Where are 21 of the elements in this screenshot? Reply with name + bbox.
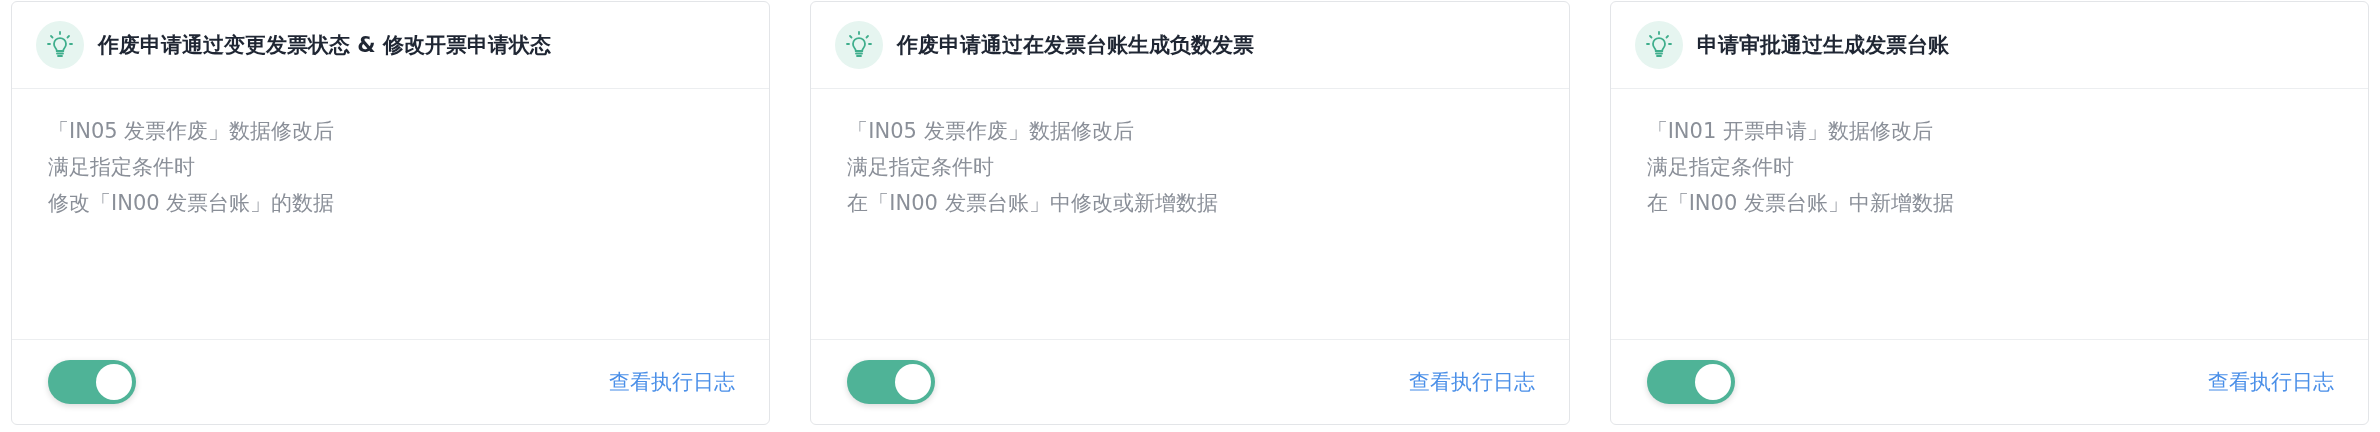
description-line: 「IN05 发票作废」数据修改后: [48, 118, 336, 145]
lightbulb-icon: [36, 21, 84, 69]
toggle-switch[interactable]: [1646, 360, 1735, 404]
description-line: 「IN01 开票申请」数据修改后: [1646, 118, 1934, 145]
description-line: 满足指定条件时: [1646, 154, 1795, 181]
view-log-link[interactable]: 查看执行日志: [2208, 368, 2334, 396]
description-line: 满足指定条件时: [847, 154, 996, 181]
description-line: 在「IN00 发票台账」中新增数据: [1646, 190, 1955, 217]
description-line: 「IN05 发票作废」数据修改后: [847, 118, 1135, 145]
view-log-link[interactable]: 查看执行日志: [1408, 368, 1535, 396]
card-title: 申请审批通过生成发票台账: [1696, 32, 1949, 59]
card-title: 作废申请通过变更发票状态 & 修改开票申请状态: [98, 32, 551, 59]
description-line: 修改「IN00 发票台账」的数据: [48, 190, 336, 217]
card-title: 作废申请通过在发票台账生成负数发票: [897, 32, 1255, 59]
toggle-switch[interactable]: [48, 360, 136, 404]
lightbulb-icon: [835, 21, 884, 69]
description-line: 满足指定条件时: [48, 154, 196, 181]
lightbulb-icon: [1634, 21, 1683, 69]
toggle-switch[interactable]: [847, 360, 936, 404]
view-log-link[interactable]: 查看执行日志: [609, 368, 736, 396]
description-line: 在「IN00 发票台账」中修改或新增数据: [847, 190, 1219, 217]
